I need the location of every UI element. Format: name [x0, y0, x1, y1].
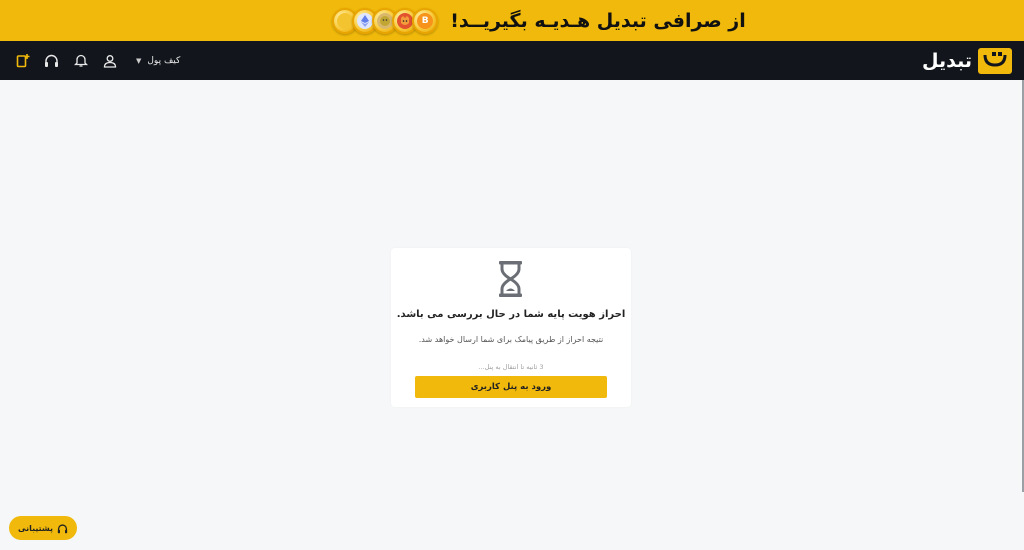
- promo-text: از صرافی تبدیل هـدیـه بگیریــد!: [450, 9, 746, 32]
- bell-icon[interactable]: [72, 52, 89, 69]
- redirect-countdown: 3 ثانیه تا انتقال به پنل...: [478, 363, 544, 371]
- top-navbar: تبدیل ▼ کیف پول: [0, 41, 1024, 80]
- bitcoin-coin-icon: B: [412, 7, 439, 34]
- brand-name: تبدیل: [922, 50, 972, 72]
- navbar-actions: ▼ کیف پول: [14, 41, 180, 80]
- user-icon[interactable]: [101, 52, 118, 69]
- status-title: احراز هویت پایه شما در حال بررسی می باشد…: [396, 309, 626, 320]
- support-button[interactable]: پشتیبانی: [9, 516, 77, 540]
- brand-logo[interactable]: تبدیل: [922, 48, 1012, 74]
- hourglass-icon: [498, 260, 523, 298]
- promo-banner[interactable]: B از صرافی تبدیل هـدیـه بگیریــد!: [0, 0, 1024, 41]
- enter-dashboard-button[interactable]: ورود به پنل کاربری: [415, 376, 607, 398]
- chevron-down-icon: ▼: [136, 56, 142, 65]
- status-description: نتیجه احراز از طریق پیامک برای شما ارسال…: [418, 335, 604, 344]
- headset-icon[interactable]: [43, 52, 60, 69]
- headset-icon: [57, 519, 68, 538]
- support-label: پشتیبانی: [17, 523, 54, 533]
- deposit-icon[interactable]: [14, 52, 31, 69]
- brand-logo-icon: [978, 48, 1012, 74]
- wallet-dropdown[interactable]: ▼ کیف پول: [136, 56, 180, 66]
- promo-coins: B: [332, 7, 439, 34]
- wallet-label: کیف پول: [147, 55, 181, 66]
